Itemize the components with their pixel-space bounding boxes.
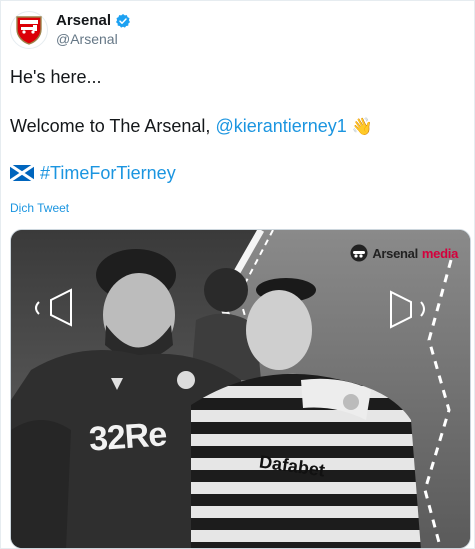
verified-badge-icon bbox=[115, 13, 131, 29]
tweet-video[interactable]: 32Re Dafabet Arsenal media bbox=[10, 229, 471, 549]
cannon-icon bbox=[350, 244, 368, 262]
sponsor-text-left: 32Re bbox=[87, 415, 168, 459]
hashtag-link[interactable]: #TimeForTierney bbox=[40, 163, 176, 183]
mention-link[interactable]: @kierantierney1 bbox=[215, 116, 346, 136]
brand-text-arsenal: Arsenal bbox=[372, 245, 418, 261]
video-frame-image bbox=[11, 230, 470, 548]
translate-tweet-link[interactable]: Dịch Tweet bbox=[10, 201, 69, 215]
tweet-line-2: Welcome to The Arsenal, @kierantierney1 … bbox=[10, 115, 373, 138]
tweet-line-1: He's here... bbox=[10, 67, 102, 87]
account-handle[interactable]: @Arsenal bbox=[56, 31, 118, 47]
tweet-card[interactable]: Arsenal @Arsenal He's here... Welcome to… bbox=[0, 0, 475, 549]
arsenal-crest-icon[interactable] bbox=[10, 11, 48, 49]
tweet-line-3: #TimeForTierney bbox=[10, 162, 176, 184]
arsenal-media-watermark: Arsenal media bbox=[350, 244, 458, 262]
account-name[interactable]: Arsenal bbox=[56, 12, 111, 29]
waving-hand-icon: 👋 bbox=[351, 117, 373, 136]
brand-text-media: media bbox=[421, 245, 458, 261]
tweet-line-2-text: Welcome to The Arsenal, bbox=[10, 116, 216, 136]
scotland-flag-icon bbox=[10, 165, 34, 181]
